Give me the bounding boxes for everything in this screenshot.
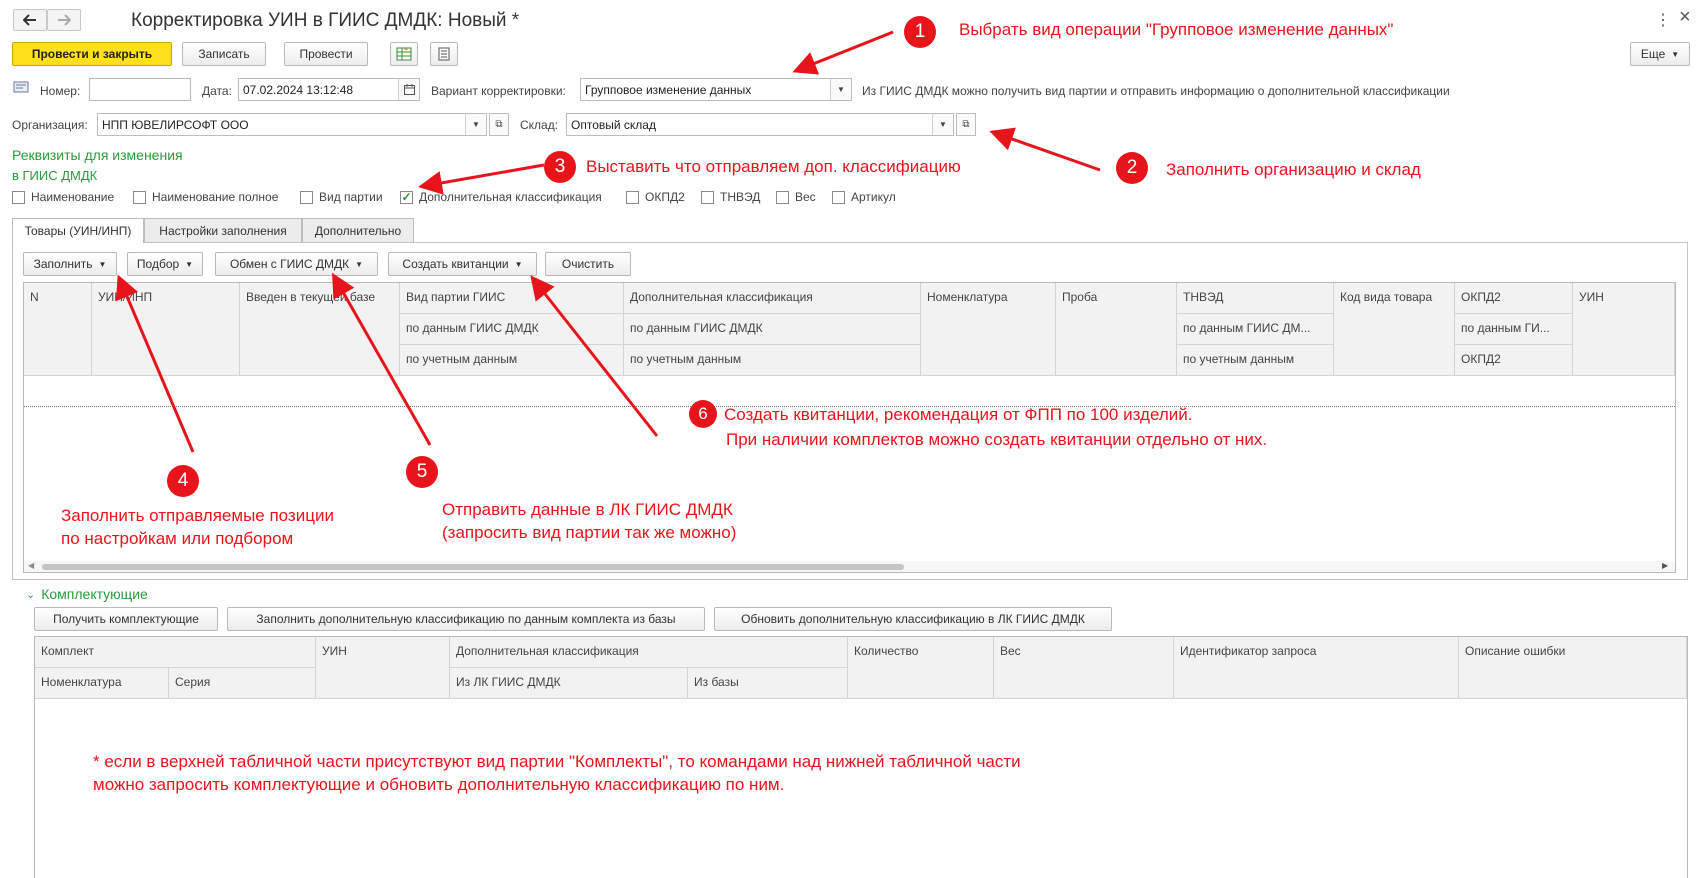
tab-goods[interactable]: Товары (УИН/ИНП) [12, 218, 144, 243]
annotation-text-6a: Создать квитанции, рекомендация от ФПП п… [724, 405, 1193, 424]
annotation-badge-6: 6 [689, 400, 717, 428]
arrow-2 [989, 127, 1101, 172]
arrow-1 [792, 30, 894, 75]
annotation-note-line2: можно запросить комплектующие и обновить… [93, 775, 785, 794]
annotation-badge-3: 3 [544, 151, 576, 183]
annotation-text-5a: Отправить данные в ЛК ГИИС ДМДК [442, 500, 733, 519]
arrow-3 [418, 163, 545, 195]
annotation-badge-1: 1 [904, 16, 936, 48]
annotation-text-1: Выбрать вид операции "Групповое изменени… [959, 20, 1394, 39]
annotation-text-5b: (запросить вид партии так же можно) [442, 523, 737, 542]
annotation-text-2: Заполнить организацию и склад [1166, 160, 1421, 179]
annotation-text-4a: Заполнить отправляемые позиции [61, 506, 334, 525]
annotation-text-6b: При наличии комплектов можно создать кви… [726, 430, 1268, 449]
arrow-6 [530, 275, 659, 437]
arrow-4 [115, 274, 195, 453]
annotation-note-line1: * если в верхней табличной части присутс… [93, 752, 1021, 771]
arrow-5 [332, 272, 432, 446]
annotation-badge-2: 2 [1116, 152, 1148, 184]
annotation-text-3: Выставить что отправляем доп. классифиац… [586, 157, 961, 176]
annotation-badge-5: 5 [406, 456, 438, 488]
annotation-text-4b: по настройкам или подбором [61, 529, 294, 548]
annotation-badge-4: 4 [167, 465, 199, 497]
